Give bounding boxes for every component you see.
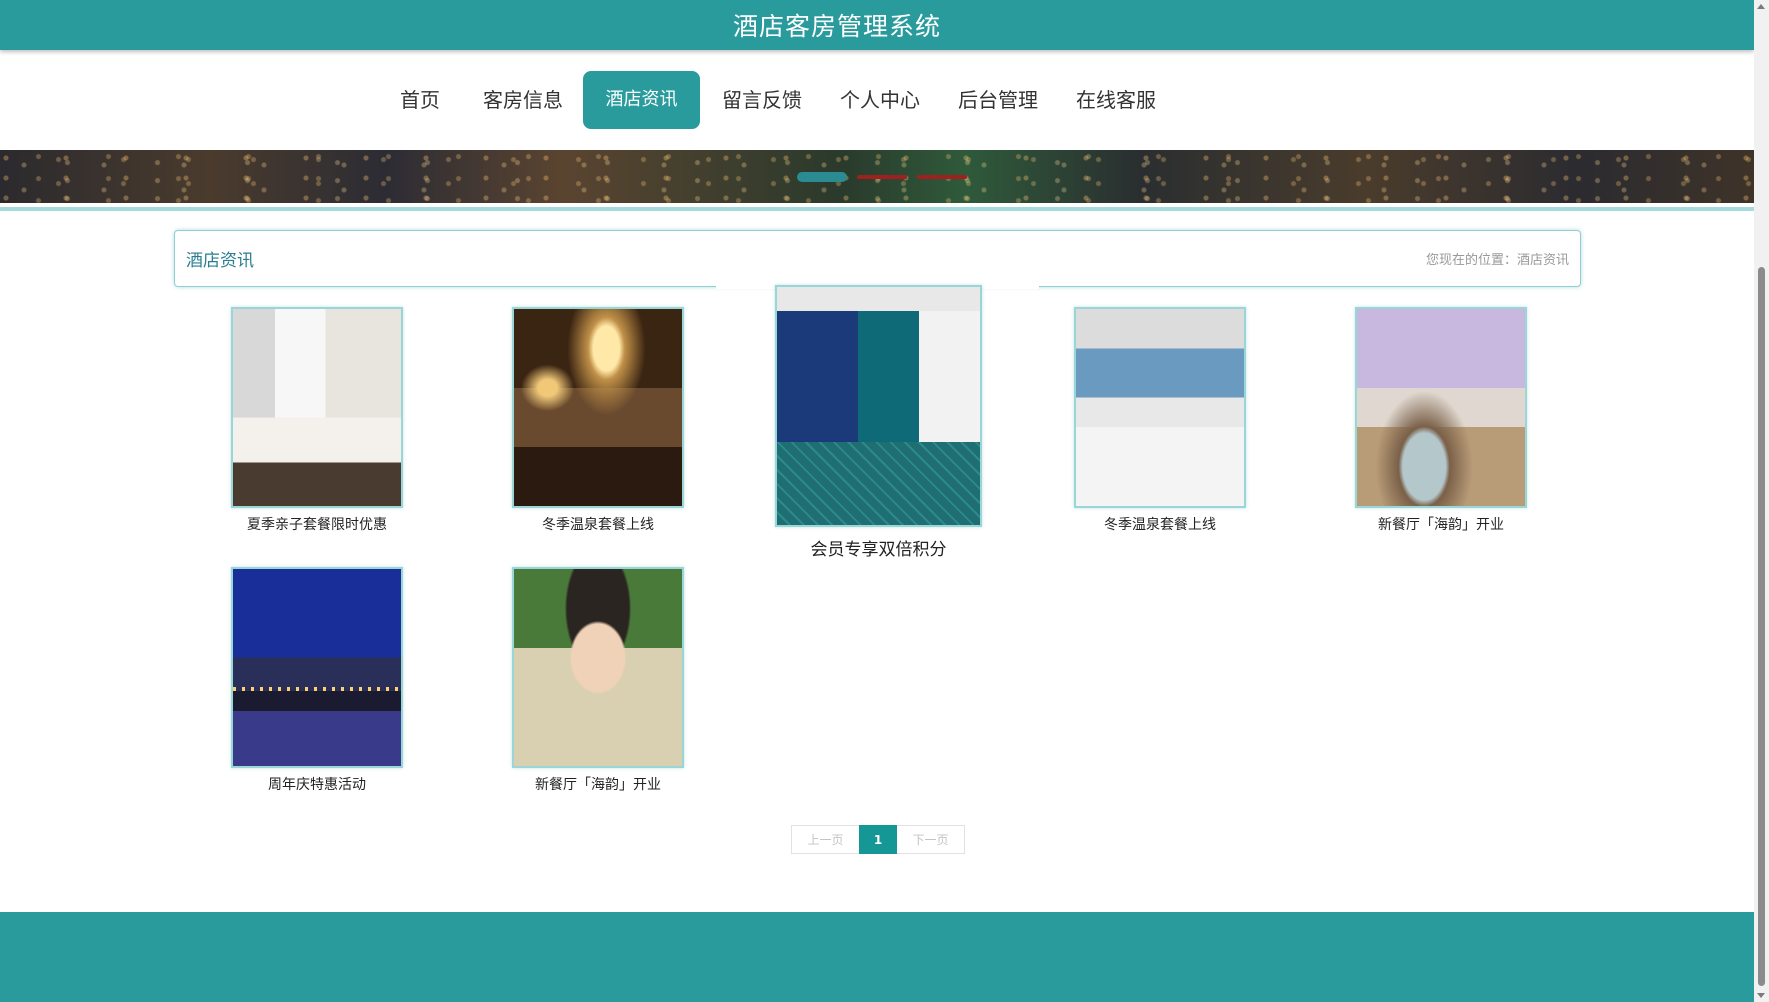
news-image[interactable] bbox=[775, 285, 982, 527]
nav-item-online-service[interactable]: 在线客服 bbox=[1076, 71, 1156, 129]
current-page-button[interactable]: 1 bbox=[859, 825, 897, 854]
breadcrumb: 您现在的位置：酒店资讯 bbox=[1425, 253, 1569, 268]
section-title: 酒店资讯 bbox=[186, 251, 254, 271]
news-image[interactable] bbox=[1355, 307, 1527, 508]
news-image[interactable] bbox=[231, 307, 403, 508]
news-image-detail bbox=[777, 441, 980, 525]
next-page-button[interactable]: 下一页 bbox=[897, 825, 965, 854]
news-card[interactable]: 周年庆特惠活动 bbox=[231, 567, 403, 794]
scrollbar-thumb[interactable] bbox=[1758, 267, 1765, 986]
news-image[interactable] bbox=[231, 567, 403, 768]
news-caption[interactable]: 冬季温泉套餐上线 bbox=[512, 514, 684, 534]
news-caption[interactable]: 周年庆特惠活动 bbox=[231, 774, 403, 794]
banner-carousel bbox=[0, 150, 1754, 203]
scroll-down-arrow-icon[interactable] bbox=[1757, 993, 1765, 998]
news-image[interactable] bbox=[512, 307, 684, 508]
nav-item-admin[interactable]: 后台管理 bbox=[958, 71, 1038, 129]
nav-item-profile[interactable]: 个人中心 bbox=[840, 71, 920, 129]
pagination: 上一页 1 下一页 bbox=[791, 825, 965, 854]
news-card[interactable]: 新餐厅「海韵」开业 bbox=[512, 567, 684, 794]
vertical-scrollbar[interactable] bbox=[1754, 0, 1769, 1002]
nav-item-rooms[interactable]: 客房信息 bbox=[483, 71, 563, 129]
page: 酒店客房管理系统 首页 客房信息 酒店资讯 留言反馈 个人中心 后台管理 在线客… bbox=[0, 0, 1754, 1002]
news-image[interactable] bbox=[512, 567, 684, 768]
section-header: 酒店资讯 您现在的位置：酒店资讯 bbox=[174, 230, 1581, 287]
nav-item-home[interactable]: 首页 bbox=[398, 71, 442, 129]
carousel-indicators bbox=[797, 172, 967, 182]
prev-page-button[interactable]: 上一页 bbox=[791, 825, 859, 854]
news-card[interactable]: 新餐厅「海韵」开业 bbox=[1355, 307, 1527, 534]
news-caption[interactable]: 新餐厅「海韵」开业 bbox=[1355, 514, 1527, 534]
news-caption[interactable]: 夏季亲子套餐限时优惠 bbox=[231, 514, 403, 534]
news-caption[interactable]: 会员专享双倍积分 bbox=[775, 535, 982, 560]
news-card[interactable]: 夏季亲子套餐限时优惠 bbox=[231, 307, 403, 534]
footer bbox=[0, 912, 1754, 1002]
scroll-up-arrow-icon[interactable] bbox=[1757, 4, 1765, 9]
news-caption[interactable]: 冬季温泉套餐上线 bbox=[1074, 514, 1246, 534]
news-image-detail bbox=[233, 687, 401, 692]
site-title: 酒店客房管理系统 bbox=[732, 12, 941, 41]
news-card[interactable]: 冬季温泉套餐上线 bbox=[512, 307, 684, 534]
banner-divider bbox=[0, 207, 1754, 211]
title-bar: 酒店客房管理系统 bbox=[0, 0, 1754, 50]
news-caption[interactable]: 新餐厅「海韵」开业 bbox=[512, 774, 684, 794]
carousel-dot-2[interactable] bbox=[857, 175, 907, 179]
main-nav: 首页 客房信息 酒店资讯 留言反馈 个人中心 后台管理 在线客服 bbox=[0, 71, 1754, 129]
carousel-dot-1[interactable] bbox=[797, 172, 847, 182]
news-card[interactable]: 冬季温泉套餐上线 bbox=[1074, 307, 1246, 534]
nav-item-hotel-news[interactable]: 酒店资讯 bbox=[583, 71, 700, 129]
news-image[interactable] bbox=[1074, 307, 1246, 508]
news-card-featured[interactable]: 会员专享双倍积分 bbox=[775, 285, 982, 560]
nav-item-feedback[interactable]: 留言反馈 bbox=[722, 71, 802, 129]
carousel-dot-3[interactable] bbox=[917, 175, 967, 179]
